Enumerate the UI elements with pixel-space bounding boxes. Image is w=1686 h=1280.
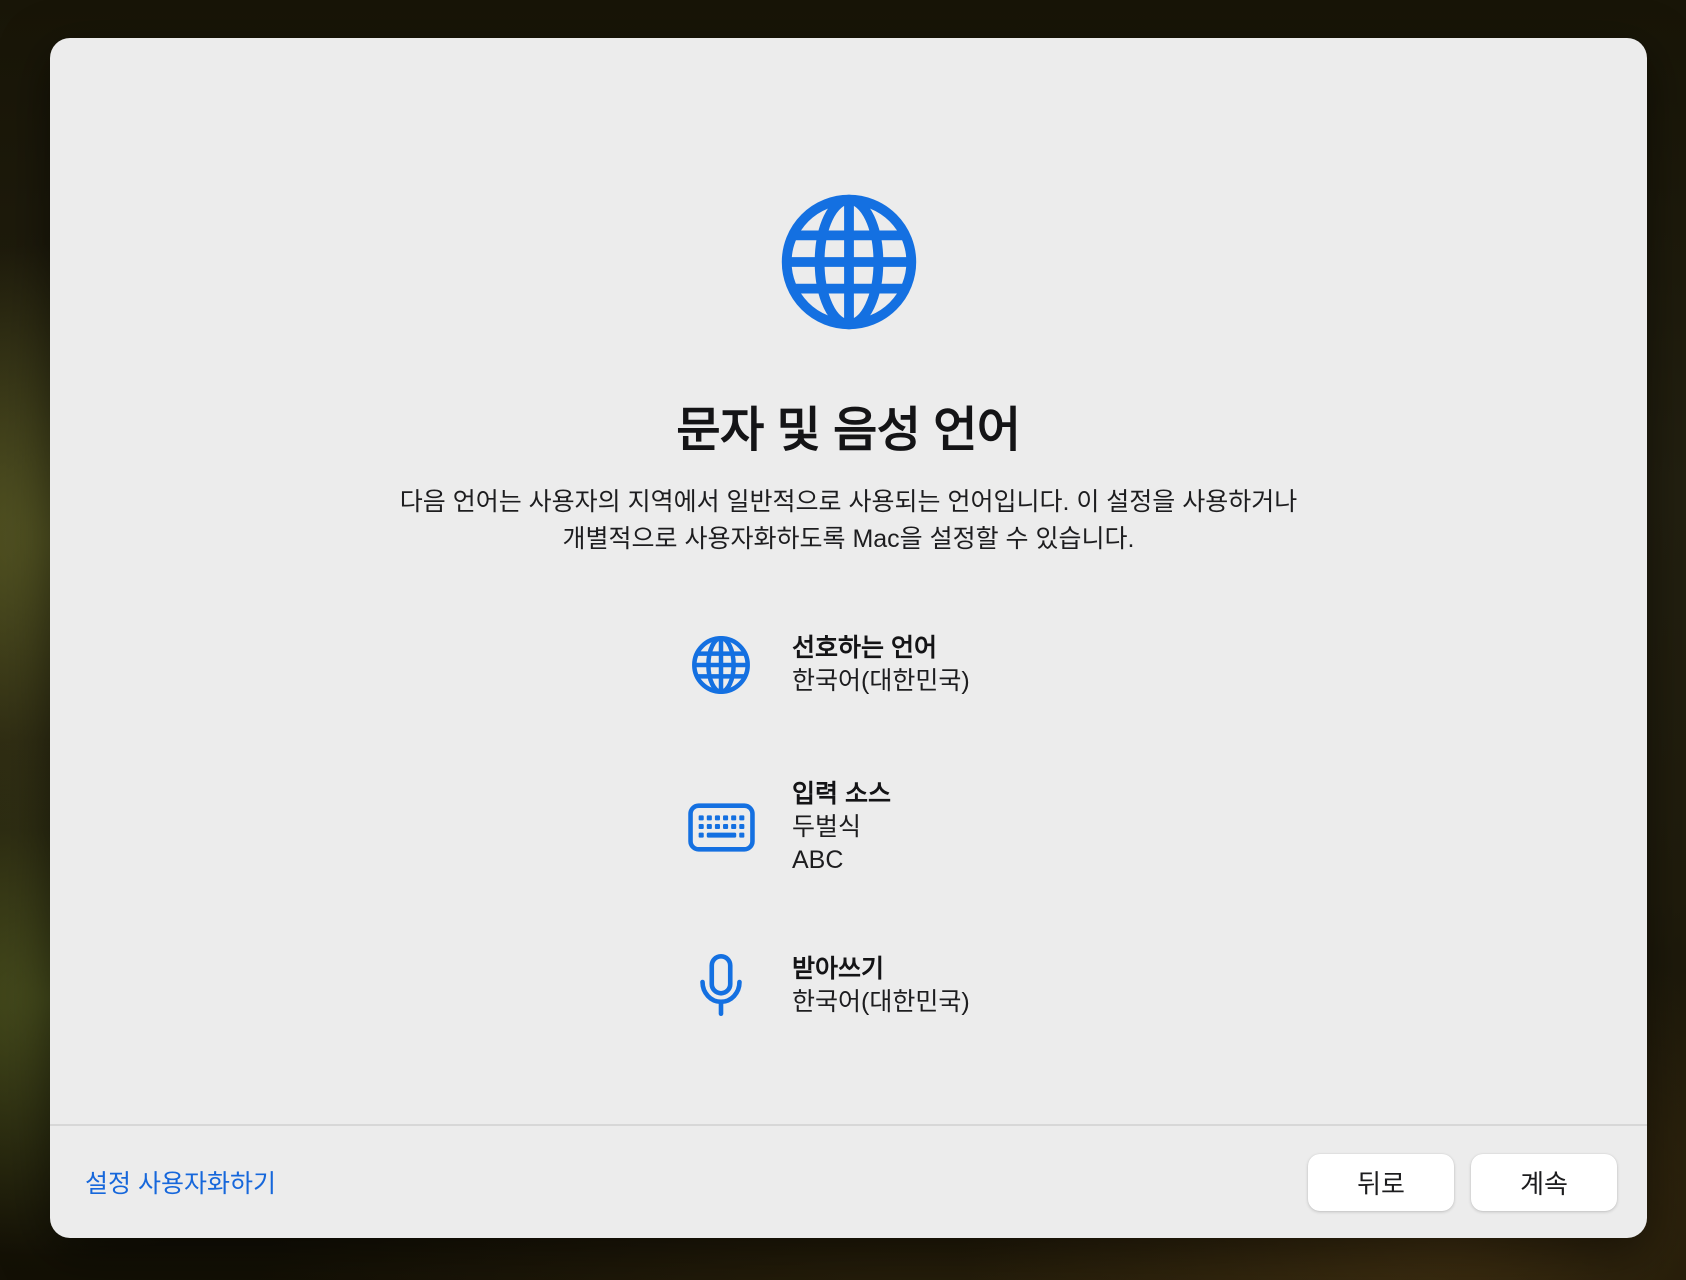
list-item-dictation: 받아쓰기 한국어(대한민국) [687,953,970,1019]
list-item-input-sources: 입력 소스 두벌식 ABC [687,778,970,877]
row-value: 한국어(대한민국) [792,986,970,1019]
globe-icon [687,635,755,695]
row-title: 입력 소스 [792,778,891,811]
description-line-2: 개별적으로 사용자화하도록 Mac을 설정할 수 있습니다. [50,521,1647,558]
setup-assistant-window: 문자 및 음성 언어 다음 언어는 사용자의 지역에서 일반적으로 사용되는 언… [50,38,1647,1238]
row-title: 선호하는 언어 [792,632,970,665]
row-value: ABC [792,844,891,877]
footer-buttons: 뒤로 계속 [1308,1154,1617,1211]
list-item-preferred-language: 선호하는 언어 한국어(대한민국) [687,632,970,698]
continue-button[interactable]: 계속 [1471,1154,1617,1211]
row-value: 한국어(대한민국) [792,665,970,698]
row-value: 두벌식 [792,811,891,844]
page-description: 다음 언어는 사용자의 지역에서 일반적으로 사용되는 언어입니다. 이 설정을… [50,484,1647,558]
keyboard-icon [687,803,755,852]
globe-icon [779,192,919,332]
footer-bar: 설정 사용자화하기 뒤로 계속 [50,1124,1647,1238]
row-title: 받아쓰기 [792,953,970,986]
language-settings-list: 선호하는 언어 한국어(대한민국) [687,632,970,1019]
description-line-1: 다음 언어는 사용자의 지역에서 일반적으로 사용되는 언어입니다. 이 설정을… [50,484,1647,521]
back-button[interactable]: 뒤로 [1308,1154,1454,1211]
page-title: 문자 및 음성 언어 [50,390,1647,460]
microphone-icon [687,953,755,1019]
customize-settings-link[interactable]: 설정 사용자화하기 [85,1164,276,1200]
